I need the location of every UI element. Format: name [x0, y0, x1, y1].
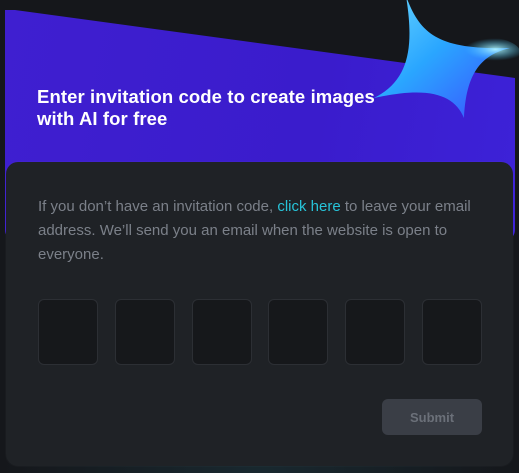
page: Enter invitation code to create images w… — [0, 0, 519, 473]
code-input-3[interactable] — [192, 299, 252, 365]
invitation-code-inputs — [38, 299, 482, 367]
submit-button[interactable]: Submit — [382, 399, 482, 435]
click-here-link[interactable]: click here — [277, 198, 340, 215]
code-input-6[interactable] — [422, 299, 482, 365]
code-input-1[interactable] — [38, 299, 98, 365]
code-input-5[interactable] — [345, 299, 405, 365]
invitation-description: If you don’t have an invitation code, cl… — [38, 195, 478, 267]
code-input-2[interactable] — [115, 299, 175, 365]
page-title: Enter invitation code to create images w… — [37, 86, 375, 129]
code-input-4[interactable] — [268, 299, 328, 365]
description-text-before: If you don’t have an invitation code, — [38, 198, 278, 215]
invitation-card: If you don’t have an invitation code, cl… — [6, 162, 513, 466]
